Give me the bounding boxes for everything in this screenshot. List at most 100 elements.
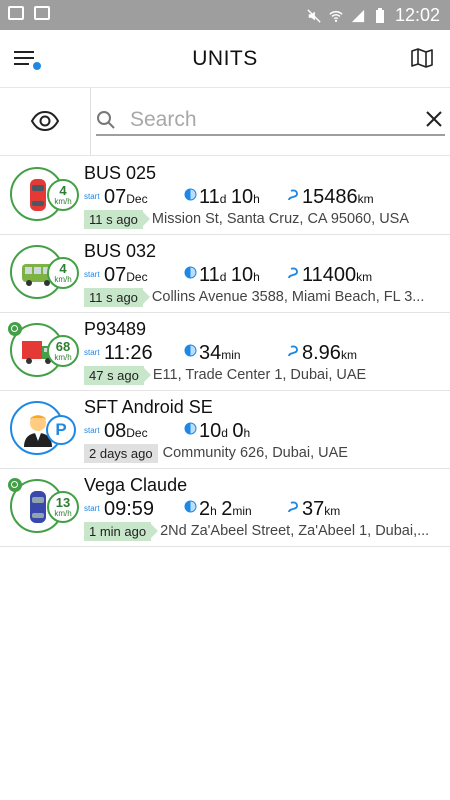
duration-unit-2: min [232,504,252,518]
map-icon[interactable] [410,46,434,70]
battery-icon [375,7,384,23]
unit-address: 2Nd Za'Abeel Street, Za'Abeel 1, Dubai,.… [160,523,430,539]
start-value: 08Dec [104,420,148,443]
unit-metrics: start 11:26 34min 8.96km [84,342,444,366]
duration-value-1: 11 [199,186,220,208]
speed-unit: km/h [54,275,72,284]
start-label: start [84,270,100,279]
page-title: UNITS [192,47,258,70]
unit-name: P93489 [84,319,147,339]
search-icon [97,111,115,129]
locate-icon[interactable] [8,478,22,492]
duration-icon [184,500,197,513]
unit-metrics: start 09:59 2h 2min 37km [84,498,444,522]
route-icon [288,345,298,357]
duration-value-1: 2 [199,498,211,520]
speed-value: 4 [59,261,67,276]
last-update-badge: 2 days ago [84,444,158,463]
duration: 34min [184,342,241,365]
start-date: 07 [104,264,127,286]
start-label: start [84,504,100,513]
search-input[interactable] [130,106,410,134]
speed-unit: km/h [54,197,72,206]
speed-badge: 4 km/h [47,257,79,289]
duration-unit-2: h [253,270,260,284]
duration-icon [184,344,197,357]
duration-unit-1: d [219,192,227,206]
unit-last-message: 1 min ago 2Nd Za'Abeel Street, Za'Abeel 1… [84,522,446,542]
parked-badge: P [46,415,76,445]
speed-value: 4 [59,183,67,198]
duration-icon [184,266,197,279]
unit-last-message: 47 s ago E11, Trade Center 1, Dubai, UAE [84,366,446,386]
clear-search-icon[interactable] [425,110,443,128]
unit-address: Community 626, Dubai, UAE [162,445,348,461]
last-update-badge: 11 s ago [84,288,150,307]
mute-icon [307,8,321,23]
app-header: UNITS [0,30,450,88]
duration-value-2: 10 [230,264,254,286]
duration-value-1: 11 [199,264,220,286]
status-time: 12:02 [394,5,440,25]
speed-value: 68 [55,339,71,354]
start-label: start [84,426,100,435]
unit-name: BUS 032 [84,241,157,261]
unit-metrics: start 07Dec 11d 10h 11400km [84,264,444,288]
duration-value-2: 0 [232,420,244,442]
unit-metrics: start 08Dec 10d 0h [84,420,444,444]
distance: 11400km [286,264,372,287]
unit-row-bus-032[interactable]: 4 km/h BUS 032 start 07Dec 11d 10h 11400… [0,235,450,313]
duration-icon [184,188,197,201]
unit-name: BUS 025 [84,163,157,183]
status-bar: 12:02 [0,0,450,30]
speed-badge: 4 km/h [47,179,79,211]
unit-row-vega-claude[interactable]: 13 km/h Vega Claude start 09:59 2h 2min … [0,469,450,547]
start-time: 09:59 [104,498,155,520]
unit-address: Collins Avenue 3588, Miami Beach, FL 3..… [151,289,425,305]
start-value: 09:59 [104,498,154,521]
distance-unit: km [357,192,374,206]
wifi-icon [329,10,343,22]
visibility-toggle-button[interactable] [0,88,91,156]
duration: 10d 0h [184,420,250,443]
unit-row-sft-android-se[interactable]: P SFT Android SE start 08Dec 10d 0h 2 da… [0,391,450,469]
last-update-badge: 1 min ago [84,522,159,541]
unit-last-message: 11 s ago Mission St, Santa Cruz, CA 95060… [84,210,446,230]
route-icon [288,189,298,201]
route-icon [288,267,298,279]
unit-row-p93489[interactable]: 68 km/h P93489 start 11:26 34min 8.96km … [0,313,450,391]
system-icons: 12:02 [307,5,440,26]
duration-value-1: 34 [199,342,222,364]
last-update-badge: 47 s ago [84,366,151,385]
notification-icons [8,6,50,20]
last-update-badge: 11 s ago [84,210,150,229]
duration-unit-2: h [243,426,251,440]
distance-unit: km [324,504,341,518]
start-label: start [84,348,100,357]
distance: 8.96km [286,342,357,365]
speed-value: 13 [55,495,71,510]
duration-value-2: 10 [230,186,254,208]
distance-unit: km [340,348,357,362]
speed-unit: km/h [54,509,72,518]
distance: 15486km [286,186,374,209]
start-value: 07Dec [104,186,148,209]
unit-name: SFT Android SE [84,397,213,417]
locate-icon[interactable] [8,322,22,336]
distance-value: 15486 [302,186,358,208]
unit-row-bus-025[interactable]: 4 km/h BUS 025 start 07Dec 11d 10h 15486… [0,157,450,235]
duration-unit-1: h [210,504,217,518]
signal-icon [351,9,365,22]
duration-unit-1: d [221,426,228,440]
units-list: 4 km/h BUS 025 start 07Dec 11d 10h 15486… [0,157,450,547]
start-value: 11:26 [104,342,153,365]
start-value: 07Dec [104,264,148,287]
duration-icon [184,422,197,435]
unit-address: Mission St, Santa Cruz, CA 95060, USA [151,211,410,227]
duration-value-1: 10 [199,420,222,442]
speed-unit: km/h [54,353,72,362]
unit-metrics: start 07Dec 11d 10h 15486km [84,186,444,210]
speed-badge: 68 km/h [47,335,79,367]
start-month: Dec [126,270,148,284]
start-time: 11:26 [104,342,153,364]
